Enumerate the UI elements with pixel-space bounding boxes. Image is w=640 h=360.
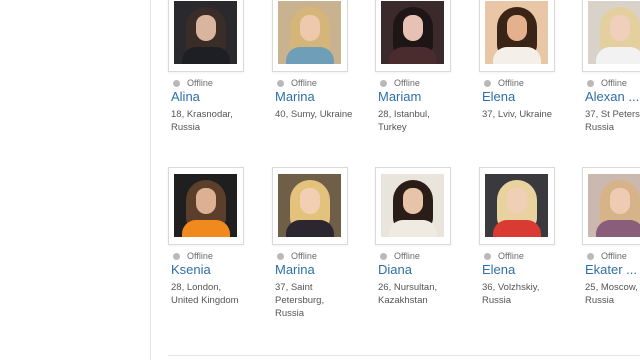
online-status: Offline — [587, 250, 627, 262]
profile-name-link[interactable]: Marina — [275, 262, 315, 277]
status-label: Offline — [291, 251, 317, 261]
online-status: Offline — [484, 250, 524, 262]
online-status: Offline — [173, 250, 213, 262]
profiles-grid: Offline Alina 18, Krasnodar, Russia Offl… — [151, 0, 640, 360]
profile-photo[interactable] — [485, 174, 548, 237]
status-label: Offline — [394, 78, 420, 88]
profile-name-link[interactable]: Alina — [171, 89, 200, 104]
profile-name-link[interactable]: Ekater ... — [585, 262, 637, 277]
profile-photo[interactable] — [588, 174, 640, 237]
profile-photo[interactable] — [588, 1, 640, 64]
profile-photo[interactable] — [278, 174, 341, 237]
profile-details: 28, London, United Kingdom — [171, 282, 239, 306]
profile-photo-frame[interactable] — [272, 0, 348, 72]
status-dot-icon — [277, 79, 284, 87]
profile-photo[interactable] — [174, 174, 237, 237]
profile-name-link[interactable]: Alexan ... — [585, 89, 639, 104]
status-dot-icon — [380, 252, 387, 260]
status-label: Offline — [498, 251, 524, 261]
profile-photo-frame[interactable] — [168, 0, 244, 72]
status-dot-icon — [484, 79, 491, 87]
status-label: Offline — [601, 78, 627, 88]
profile-photo[interactable] — [278, 1, 341, 64]
profile-name-link[interactable]: Ksenia — [171, 262, 211, 277]
profile-details: 36, Volzhskiy, Russia — [482, 282, 540, 306]
profile-name-link[interactable]: Diana — [378, 262, 412, 277]
status-label: Offline — [187, 78, 213, 88]
profile-photo-frame[interactable] — [375, 0, 451, 72]
status-dot-icon — [277, 252, 284, 260]
online-status: Offline — [484, 77, 524, 89]
online-status: Offline — [587, 77, 627, 89]
profile-details: 37, St Petersburg, Russia — [585, 109, 640, 133]
profile-photo-frame[interactable] — [582, 0, 640, 72]
online-status: Offline — [277, 77, 317, 89]
bottom-separator — [168, 355, 640, 356]
profile-details: 26, Nursultan, Kazakhstan — [378, 282, 438, 306]
status-label: Offline — [601, 251, 627, 261]
status-dot-icon — [484, 252, 491, 260]
profile-details: 28, Istanbul, Turkey — [378, 109, 430, 133]
profile-details: 37, Lviv, Ukraine — [482, 109, 553, 120]
status-dot-icon — [587, 252, 594, 260]
status-label: Offline — [498, 78, 524, 88]
status-dot-icon — [380, 79, 387, 87]
online-status: Offline — [380, 77, 420, 89]
status-label: Offline — [394, 251, 420, 261]
profile-photo[interactable] — [485, 1, 548, 64]
profile-details: 25, Moscow, Russia — [585, 282, 638, 306]
profile-name-link[interactable]: Marina — [275, 89, 315, 104]
profile-photo[interactable] — [381, 174, 444, 237]
status-label: Offline — [187, 251, 213, 261]
status-dot-icon — [173, 79, 180, 87]
profile-name-link[interactable]: Elena — [482, 262, 515, 277]
profile-photo[interactable] — [174, 1, 237, 64]
profile-details: 40, Sumy, Ukraine — [275, 109, 353, 120]
online-status: Offline — [380, 250, 420, 262]
profile-photo-frame[interactable] — [582, 167, 640, 245]
profile-photo-frame[interactable] — [479, 0, 555, 72]
profile-photo-frame[interactable] — [272, 167, 348, 245]
profile-photo-frame[interactable] — [375, 167, 451, 245]
profile-details: 37, Saint Petersburg, Russia — [275, 282, 325, 319]
status-label: Offline — [291, 78, 317, 88]
profile-name-link[interactable]: Elena — [482, 89, 515, 104]
online-status: Offline — [277, 250, 317, 262]
status-dot-icon — [587, 79, 594, 87]
profile-photo-frame[interactable] — [168, 167, 244, 245]
profile-photo-frame[interactable] — [479, 167, 555, 245]
profile-details: 18, Krasnodar, Russia — [171, 109, 233, 133]
profile-photo[interactable] — [381, 1, 444, 64]
status-dot-icon — [173, 252, 180, 260]
left-pane — [0, 0, 150, 360]
profile-name-link[interactable]: Mariam — [378, 89, 421, 104]
online-status: Offline — [173, 77, 213, 89]
